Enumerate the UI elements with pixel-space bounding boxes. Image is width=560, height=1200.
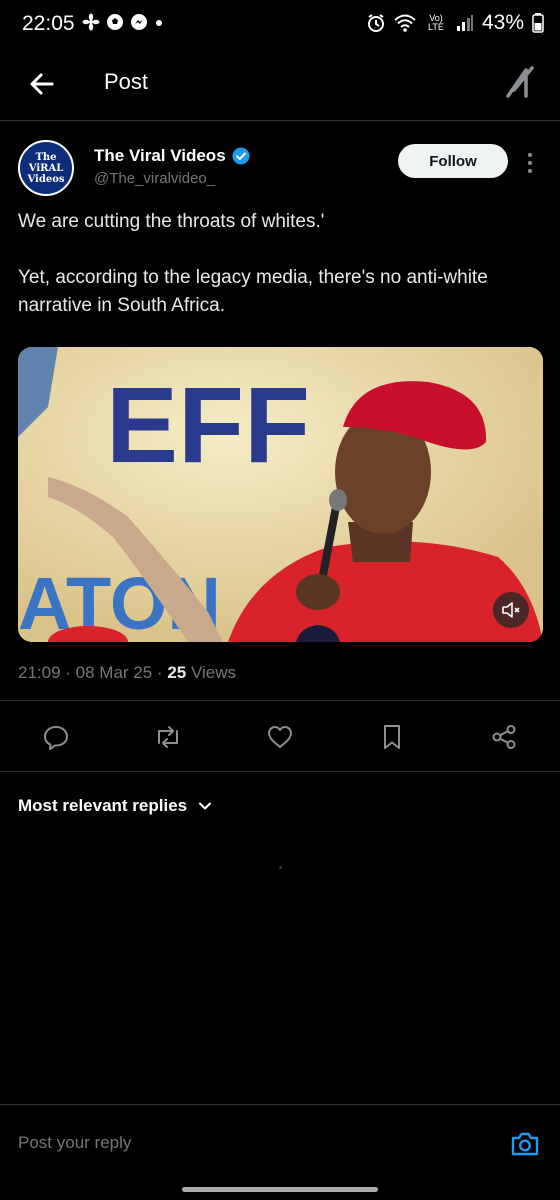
grok-icon[interactable] [502, 62, 542, 102]
football-icon [107, 14, 123, 30]
dot-icon [156, 20, 162, 26]
reply-icon [44, 726, 68, 750]
author-name-row[interactable]: The Viral Videos [94, 146, 250, 166]
top-app-bar: Post [0, 50, 560, 121]
messenger-icon [131, 14, 147, 30]
views-label: Views [186, 663, 236, 682]
home-indicator[interactable] [182, 1187, 378, 1192]
signal-icon [456, 15, 473, 31]
video-frame: EFF ATON [18, 347, 543, 642]
speaker-muted-icon [502, 602, 520, 618]
post-video[interactable]: EFF ATON [18, 347, 543, 642]
battery-percent: 43% [481, 11, 524, 34]
avatar-text-3: Videos [27, 173, 65, 185]
replies-sort-label: Most relevant replies [18, 796, 188, 815]
avatar-text-2: ViRAL [28, 162, 64, 174]
page-title: Post [104, 69, 149, 94]
battery-icon [532, 13, 544, 33]
heart-icon [268, 726, 292, 748]
avatar-text-1: The [35, 151, 57, 163]
post-timestamp: 21:09 · 08 Mar 25 · [18, 663, 168, 682]
bookmark-icon [384, 725, 400, 749]
post-text: We are cutting the throats of whites.' Y… [18, 211, 488, 316]
follow-button[interactable]: Follow [398, 144, 508, 178]
reply-bar [0, 1104, 560, 1185]
fan-icon [82, 13, 100, 31]
bookmark-button[interactable] [376, 721, 408, 753]
banner-text: EFF [106, 364, 310, 485]
like-button[interactable] [264, 721, 296, 753]
author-handle[interactable]: @The_viralvideo_ [94, 170, 215, 187]
views-count: 25 [167, 663, 187, 682]
status-bar: 22:05 Vo) LTE 43% [0, 0, 560, 48]
chevron-down-icon [199, 802, 212, 810]
camera-icon[interactable] [508, 1127, 542, 1161]
notification-icons [82, 13, 164, 31]
status-time: 22:05 [22, 12, 75, 35]
alarm-icon [367, 14, 384, 32]
back-arrow-icon[interactable] [22, 64, 62, 104]
author-name: The Viral Videos [94, 146, 226, 165]
reply-input[interactable] [18, 1133, 478, 1153]
repost-button[interactable] [152, 721, 184, 753]
mute-toggle[interactable] [493, 592, 529, 628]
reply-button[interactable] [40, 721, 72, 753]
share-icon [492, 725, 516, 749]
volte-indicator: Vo) LTE [428, 13, 444, 32]
loading-indicator [279, 866, 282, 869]
more-options-icon[interactable] [522, 150, 538, 176]
post-meta: 21:09 · 08 Mar 25 · 25 Views [18, 663, 236, 683]
share-button[interactable] [488, 721, 520, 753]
post-actions [0, 700, 560, 772]
wifi-icon [394, 14, 416, 32]
replies-sort-dropdown[interactable]: Most relevant replies [18, 796, 213, 816]
system-icons: Vo) LTE 43% [366, 11, 544, 35]
author-avatar[interactable]: The ViRAL Videos [18, 140, 74, 196]
verified-badge-icon [232, 147, 250, 165]
repost-icon [158, 726, 178, 748]
